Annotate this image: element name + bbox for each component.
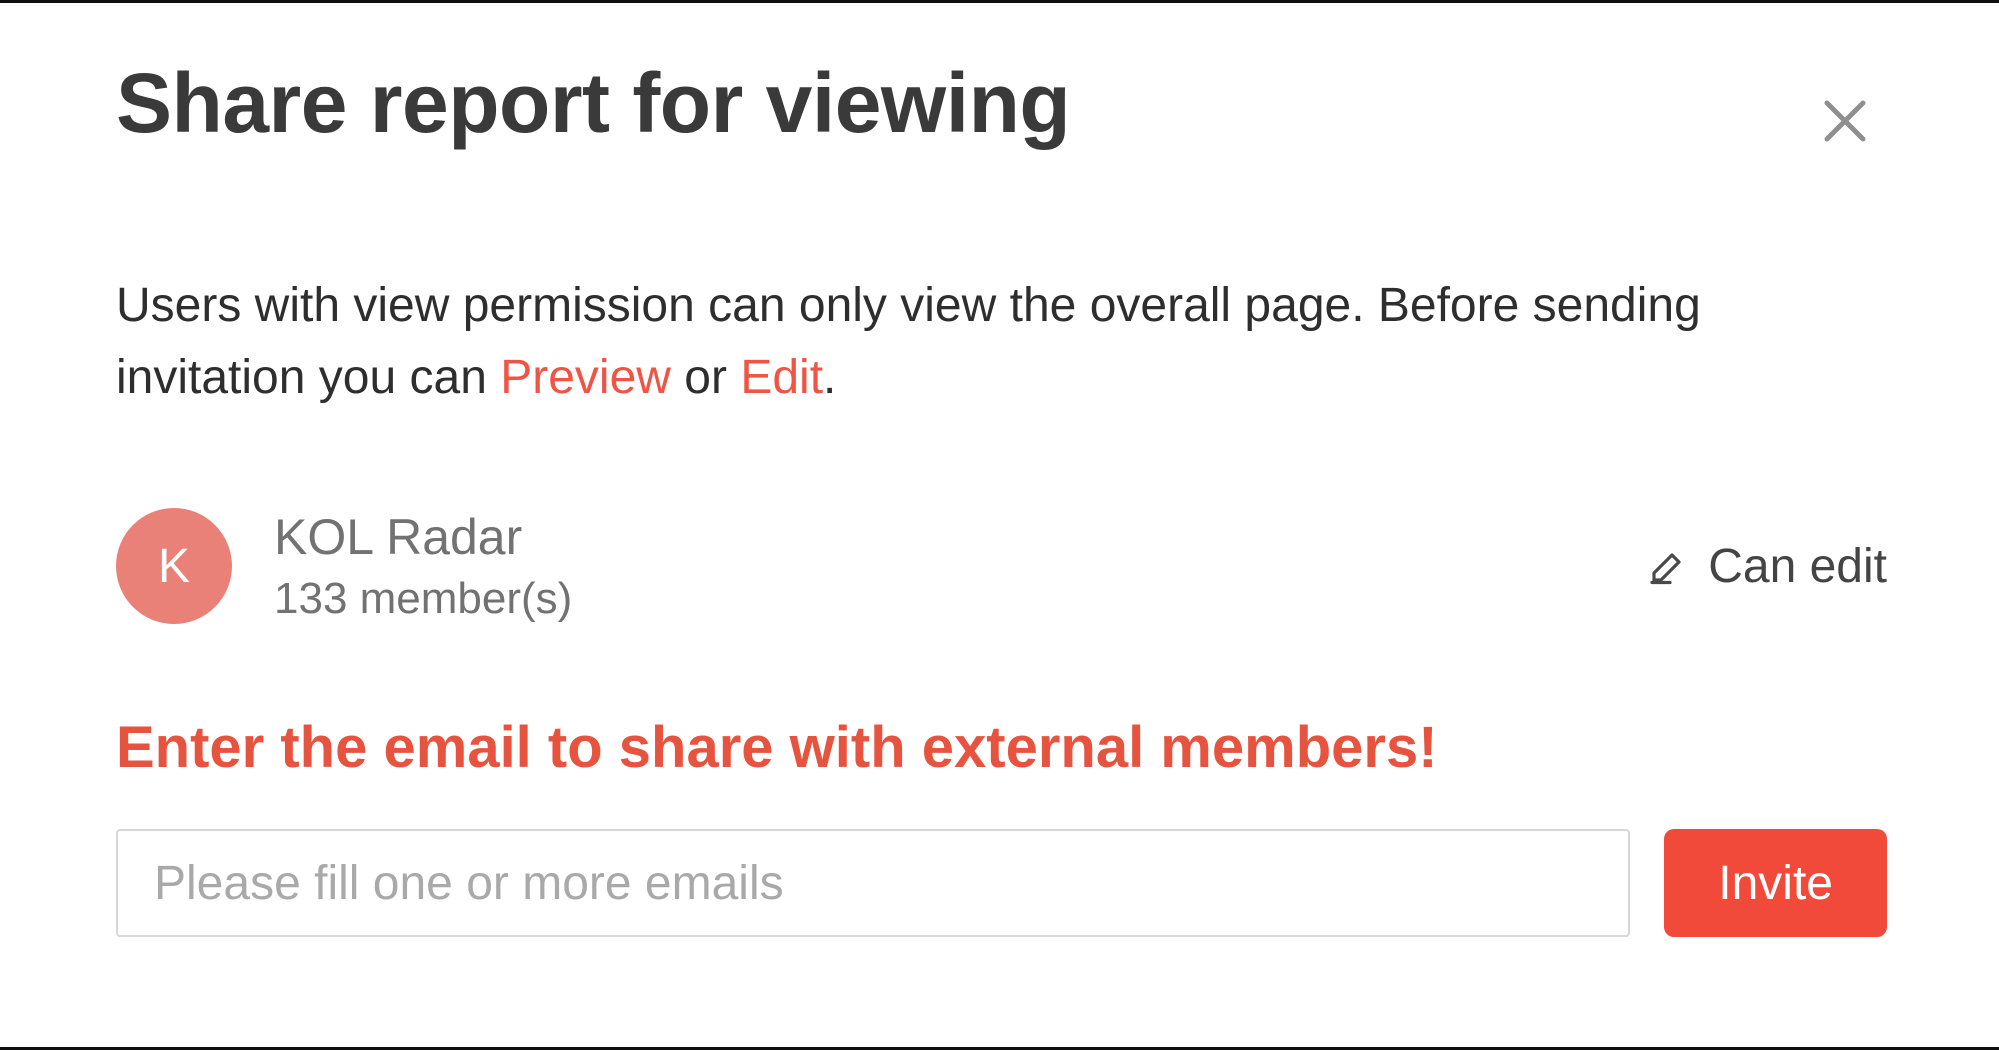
share-modal: Share report for viewing Users with view… — [0, 0, 1999, 1050]
desc-or: or — [671, 351, 740, 404]
desc-prefix: Users with view permission can only view… — [116, 279, 1701, 404]
permission-label: Can edit — [1708, 539, 1887, 594]
close-icon — [1823, 99, 1867, 143]
avatar-letter: K — [158, 539, 190, 594]
desc-suffix: . — [823, 351, 836, 404]
close-button[interactable] — [1815, 91, 1875, 151]
team-member-count: 133 member(s) — [274, 574, 572, 624]
invite-button[interactable]: Invite — [1664, 829, 1887, 937]
pencil-icon — [1648, 546, 1688, 586]
team-info: KOL Radar 133 member(s) — [274, 508, 572, 624]
preview-link[interactable]: Preview — [500, 351, 671, 404]
permission-selector[interactable]: Can edit — [1648, 539, 1887, 594]
edit-link[interactable]: Edit — [740, 351, 823, 404]
team-row: K KOL Radar 133 member(s) Can edit — [116, 508, 1887, 624]
instruction-text: Enter the email to share with external m… — [116, 714, 1887, 781]
modal-description: Users with view permission can only view… — [116, 270, 1887, 414]
invite-row: Invite — [116, 829, 1887, 937]
email-input[interactable] — [116, 829, 1630, 937]
team-avatar: K — [116, 508, 232, 624]
modal-title: Share report for viewing — [116, 55, 1887, 152]
team-name: KOL Radar — [274, 508, 572, 566]
